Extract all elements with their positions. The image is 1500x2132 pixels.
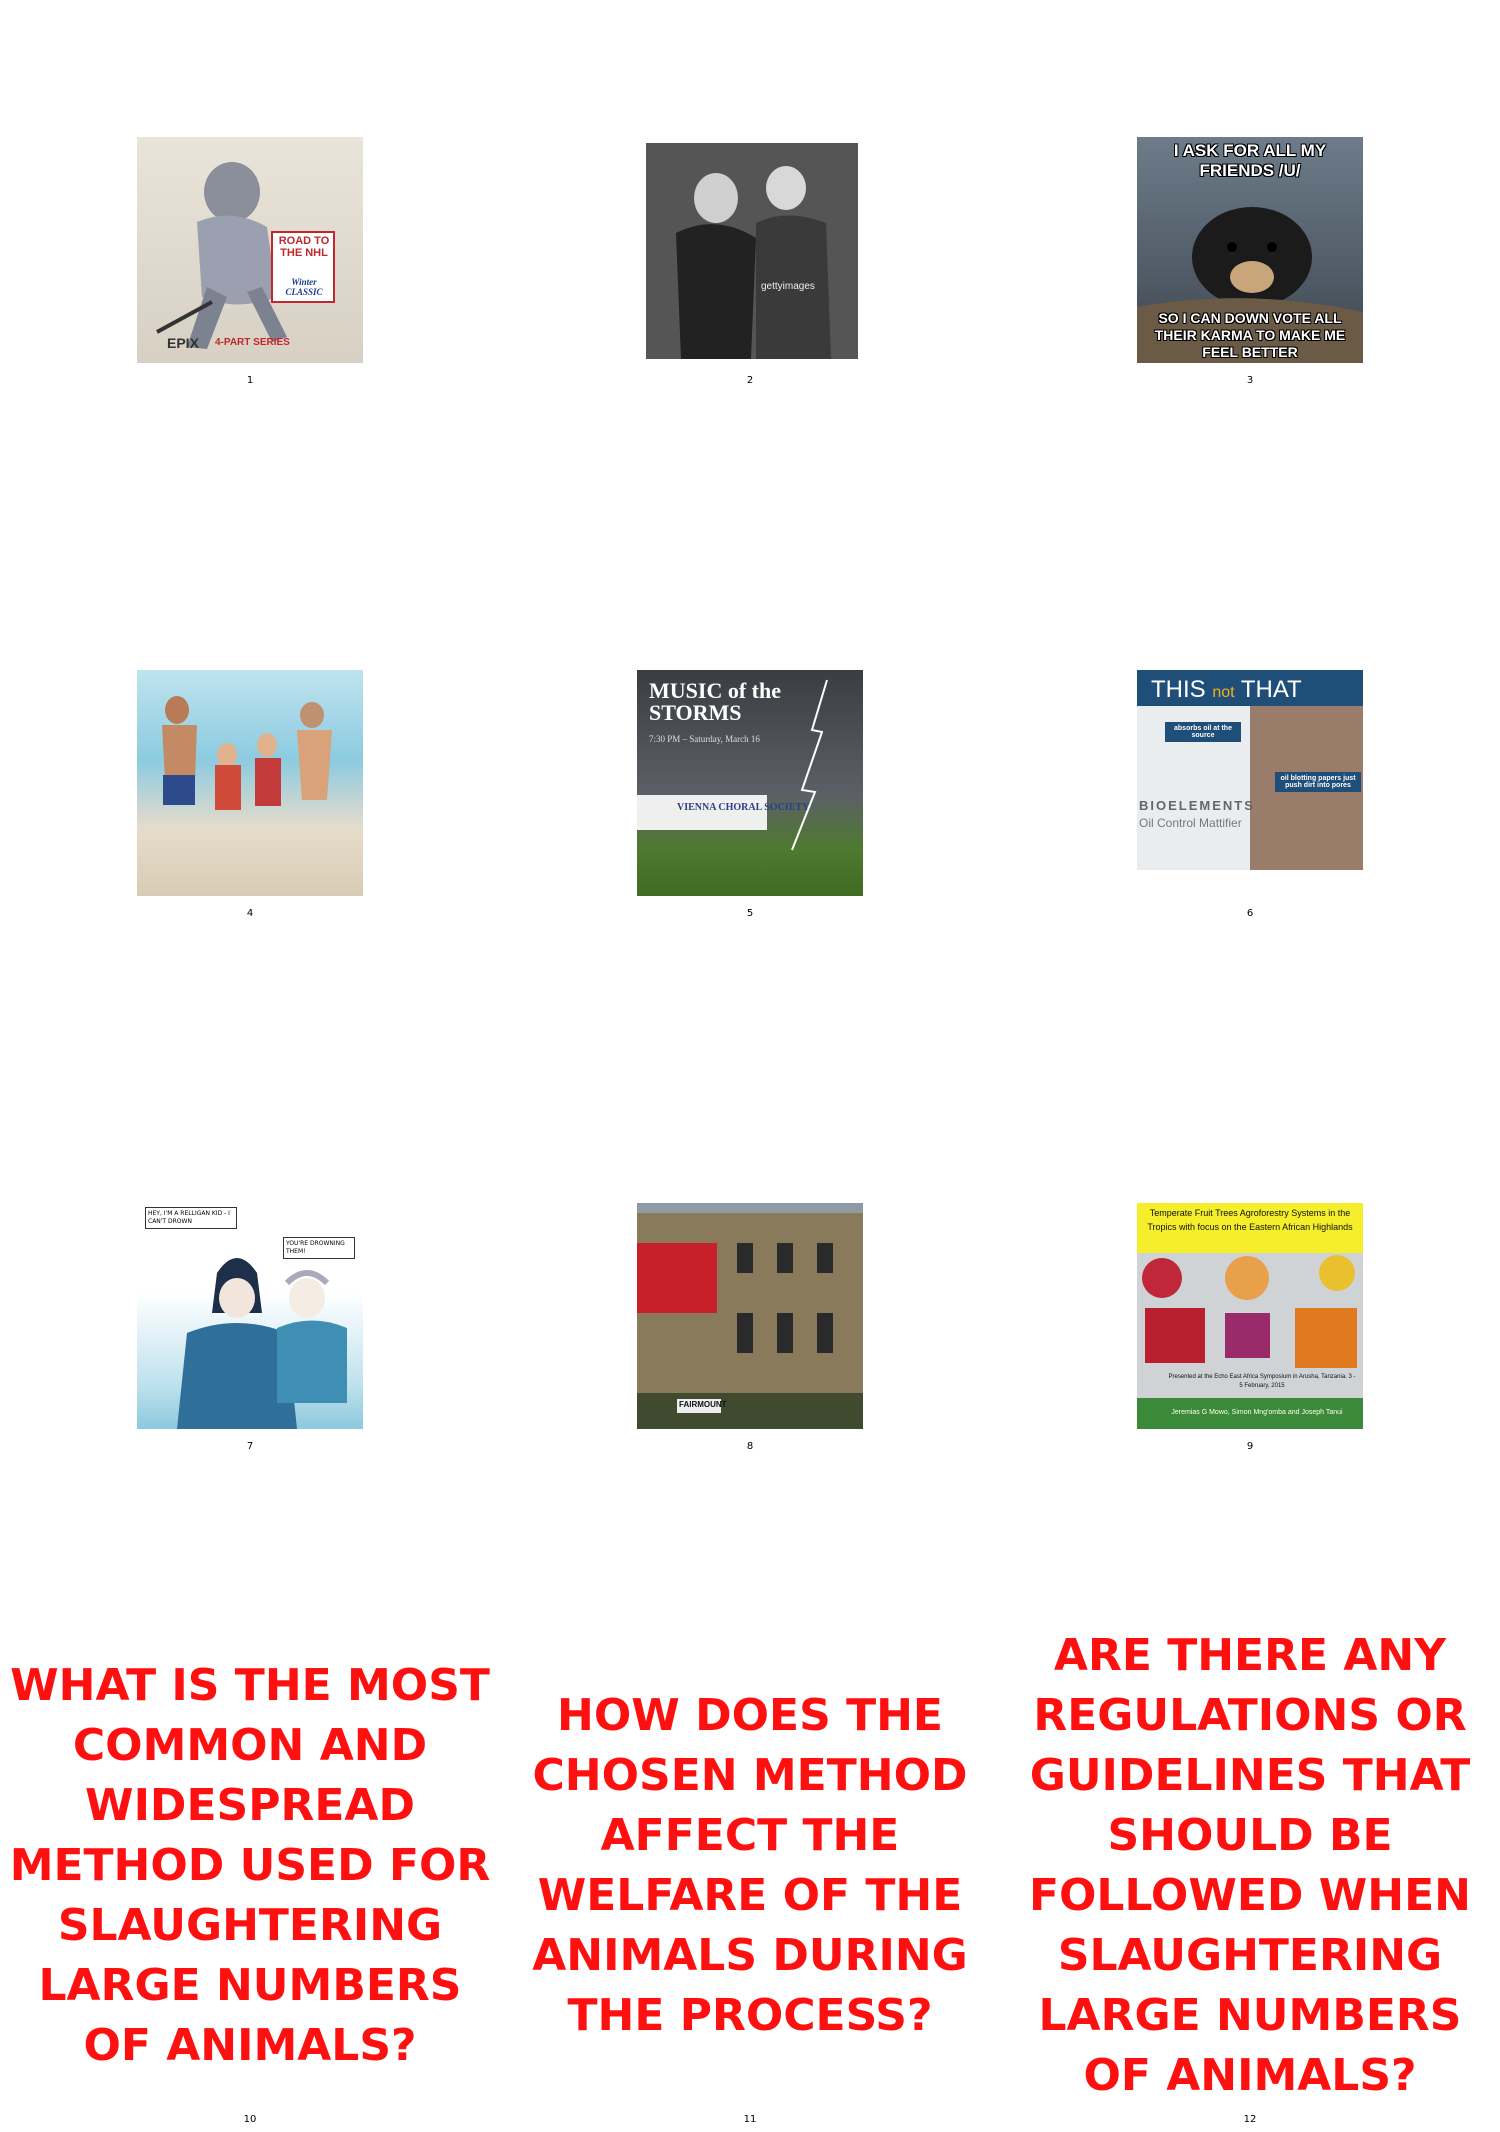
concert-poster-image: MUSIC of the STORMS 7:30 PM – Saturday, … — [637, 670, 863, 896]
slide-authors: Jeremias G Mowo, Simon Mng'omba and Jose… — [1171, 1409, 1343, 1416]
speech-bubble-right: YOU'RE DROWNING THEM! — [283, 1237, 355, 1259]
grid-cell-3: I ASK FOR ALL MY FRIENDS /U/ SO I CAN DO… — [1000, 0, 1500, 533]
grid-cell-7: HEY, I'M A RELLIGAN KID - I CAN'T DROWN … — [0, 1066, 500, 1599]
poster-series: 4-PART SERIES — [215, 337, 290, 348]
grid-cell-4: 4 — [0, 533, 500, 1066]
cell-number: 7 — [246, 1441, 254, 1452]
grid-cell-2: gettyimages 2 — [500, 0, 1000, 533]
beach-family-photo-image — [137, 670, 363, 896]
ad-callout-right: oil blotting papers just push dirt into … — [1275, 772, 1361, 792]
poster-brand: EPIX — [167, 335, 199, 351]
building-photo-image: FAIRMOUNT — [637, 1203, 863, 1429]
grid-cell-11: HOW DOES THE CHOSEN METHOD AFFECT THE WE… — [500, 1599, 1000, 2132]
grid-cell-9: Temperate Fruit Trees Agroforestry Syste… — [1000, 1066, 1500, 1599]
grid-cell-5: MUSIC of the STORMS 7:30 PM – Saturday, … — [500, 533, 1000, 1066]
cell-number: 5 — [746, 908, 754, 919]
building-icon — [637, 1213, 863, 1429]
poster-title: MUSIC of the STORMS — [649, 678, 781, 725]
hockey-poster-image: ROAD TO THE NHL Winter CLASSIC EPIX 4-PA… — [137, 137, 363, 363]
question-text: HOW DOES THE CHOSEN METHOD AFFECT THE WE… — [532, 1689, 968, 2041]
ad-this: THIS — [1151, 676, 1206, 703]
sign-text: FAIRMOUNT — [679, 1400, 727, 1409]
vintage-photo-icon — [646, 143, 858, 359]
cell-number: 1 — [246, 375, 254, 386]
grid-cell-6: THIS not THAT absorbs oil at the source … — [1000, 533, 1500, 1066]
cell-number: 4 — [246, 908, 254, 919]
comic-illustration-image: HEY, I'M A RELLIGAN KID - I CAN'T DROWN … — [137, 1203, 363, 1429]
question-text: ARE THERE ANY REGULATIONS OR GUIDELINES … — [1028, 1629, 1472, 2101]
ad-callout-left: absorbs oil at the source — [1165, 722, 1241, 742]
ad-product: Oil Control Mattifier — [1139, 816, 1242, 830]
cell-number: 6 — [1246, 908, 1254, 919]
grid-cell-12: ARE THERE ANY REGULATIONS OR GUIDELINES … — [1000, 1599, 1500, 2132]
beach-family-icon — [162, 696, 332, 810]
meme-top-text: I ASK FOR ALL MY FRIENDS /U/ — [1173, 141, 1327, 180]
poster-title: ROAD TO THE NHL — [278, 235, 330, 259]
speech-bubble-left: HEY, I'M A RELLIGAN KID - I CAN'T DROWN — [145, 1207, 237, 1229]
cell-number: 8 — [746, 1441, 754, 1452]
ad-not: not — [1212, 684, 1235, 701]
poster-subtitle: Winter CLASSIC — [285, 277, 323, 297]
confession-bear-meme-image: I ASK FOR ALL MY FRIENDS /U/ SO I CAN DO… — [1137, 137, 1363, 363]
agroforestry-slide-image: Temperate Fruit Trees Agroforestry Syste… — [1137, 1203, 1363, 1429]
cell-number: 9 — [1246, 1441, 1254, 1452]
cell-number: 2 — [746, 375, 754, 386]
meme-bottom-text: SO I CAN DOWN VOTE ALL THEIR KARMA TO MA… — [1154, 310, 1346, 360]
skincare-ad-image: THIS not THAT absorbs oil at the source … — [1137, 670, 1363, 896]
watermark-text: gettyimages — [761, 281, 815, 292]
poster-org: VIENNA CHORAL SOCIETY — [677, 802, 810, 813]
grid-cell-8: FAIRMOUNT 8 — [500, 1066, 1000, 1599]
cell-number: 3 — [1246, 375, 1254, 386]
ad-brand: BIOELEMENTS — [1139, 798, 1255, 813]
fruit-images-icon — [1137, 1255, 1363, 1429]
grid-cell-1: ROAD TO THE NHL Winter CLASSIC EPIX 4-PA… — [0, 0, 500, 533]
grid-cell-10: WHAT IS THE MOST COMMON AND WIDESPREAD M… — [0, 1599, 500, 2132]
vintage-photo-image: gettyimages — [646, 143, 858, 359]
ad-that: THAT — [1240, 676, 1302, 703]
poster-date: 7:30 PM – Saturday, March 16 — [649, 734, 760, 744]
question-text: WHAT IS THE MOST COMMON AND WIDESPREAD M… — [9, 1659, 491, 2071]
slide-event: Presented at the Echo East Africa Sympos… — [1168, 1374, 1356, 1389]
